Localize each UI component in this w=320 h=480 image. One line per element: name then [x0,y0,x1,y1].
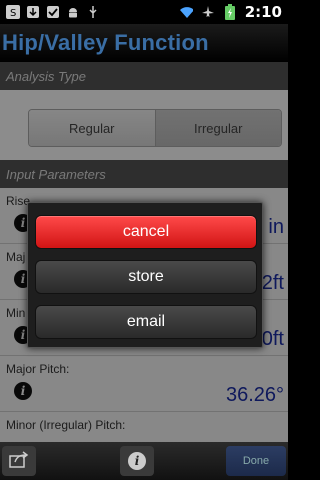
svg-text:S: S [10,8,16,19]
action-dialog: cancel store email [27,202,263,348]
info-icon: i [128,452,146,470]
info-button[interactable]: i [120,446,154,476]
notification-s-icon: S [6,5,20,19]
download-icon [26,5,40,19]
status-clock: 2:10 [244,3,282,21]
android-icon [66,5,80,19]
title-bar: Hip/Valley Function [0,24,288,62]
airplane-icon [201,5,215,19]
status-bar: S 2:10 [0,0,288,24]
wifi-icon [179,5,193,19]
share-button[interactable] [2,446,36,476]
share-icon [9,450,29,473]
done-button[interactable]: Done [226,446,286,476]
store-button[interactable]: store [35,260,257,294]
usb-icon [86,5,100,19]
battery-charging-icon [223,4,237,20]
checkbox-icon [46,5,60,19]
cancel-button[interactable]: cancel [35,215,257,249]
app-title: Hip/Valley Function [2,30,209,55]
email-button[interactable]: email [35,305,257,339]
bottom-bar: i Done [0,442,288,480]
